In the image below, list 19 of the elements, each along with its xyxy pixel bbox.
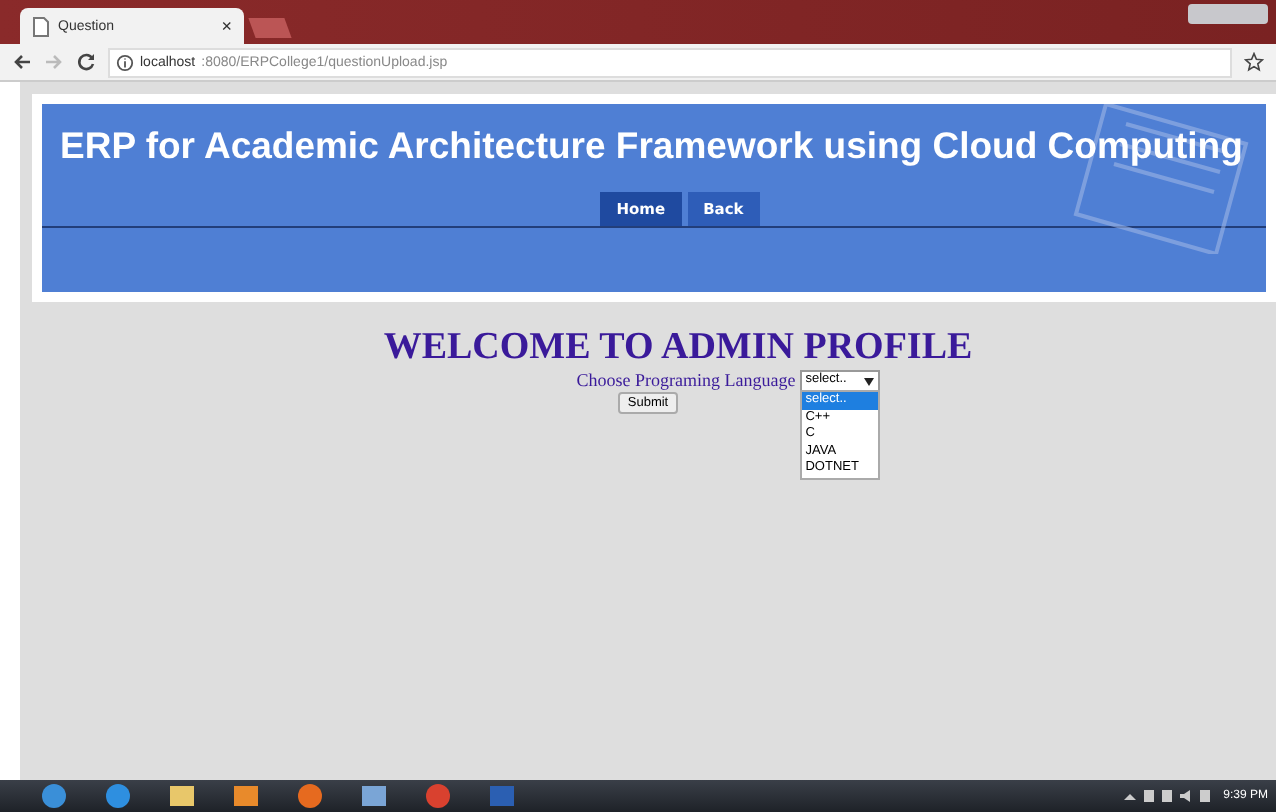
app-icon [484, 782, 520, 810]
app-icon [292, 782, 328, 810]
page-heading: WELCOME TO ADMIN PROFILE [383, 326, 973, 370]
app-icon [420, 782, 456, 810]
info-icon [116, 53, 134, 71]
app-icon [36, 782, 72, 810]
dropdown-arrow-icon [863, 377, 874, 385]
app-icon [164, 782, 200, 810]
back-icon[interactable] [12, 52, 32, 72]
star-icon[interactable] [1244, 52, 1264, 72]
field-label: Choose Programing Language [576, 370, 796, 390]
tray-icons[interactable] [1123, 788, 1212, 804]
app-icon [356, 782, 392, 810]
app-icon [100, 782, 136, 810]
page-icon [32, 15, 50, 37]
reload-icon[interactable] [76, 52, 96, 72]
close-icon[interactable]: × [221, 16, 232, 36]
site-title: ERP for Academic Architecture Framework using Cloud Computing [58, 122, 1245, 168]
app-icon [228, 782, 264, 810]
